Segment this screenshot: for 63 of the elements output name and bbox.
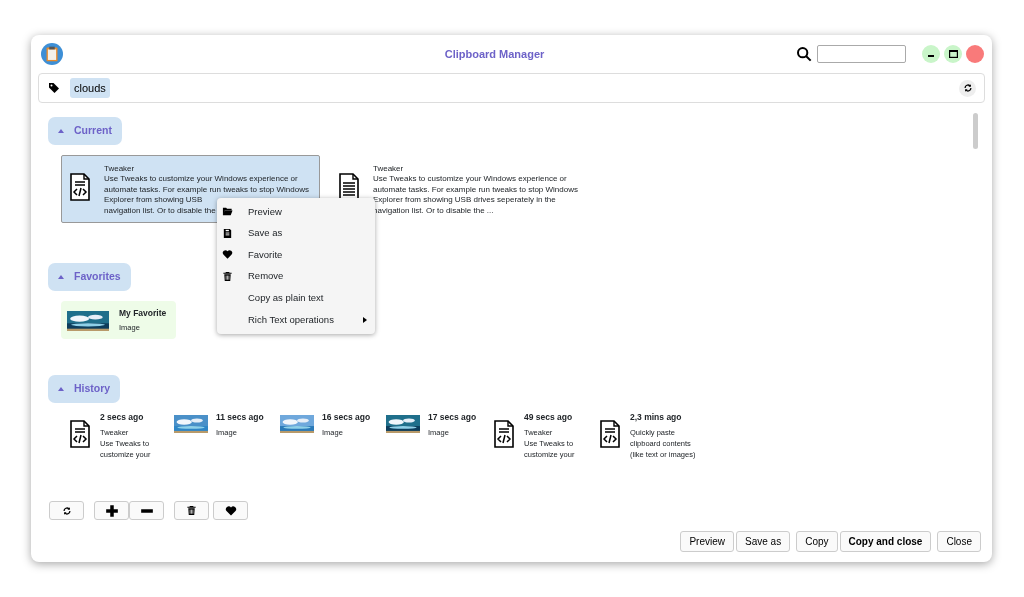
tag-icon xyxy=(48,82,60,94)
item-text: Explorer from showing USB drives seperately in the xyxy=(373,195,556,206)
dialog-button[interactable]: Save as xyxy=(736,531,791,552)
remove-item-button[interactable] xyxy=(129,501,164,520)
item-title: 2 secs ago xyxy=(100,411,145,424)
caret-up-icon xyxy=(58,274,64,279)
item-text: Use Tweaks to customize your Windows experience or xyxy=(104,174,298,185)
section-header[interactable]: Current xyxy=(48,117,122,145)
item-title: Tweaker xyxy=(373,163,404,175)
code-file-icon xyxy=(68,171,92,202)
menu-item[interactable]: Favorite xyxy=(217,244,375,266)
favorite-button[interactable] xyxy=(213,501,248,520)
dialog-button[interactable]: Preview xyxy=(680,531,734,552)
maximize-button[interactable] xyxy=(944,45,962,63)
heart-icon xyxy=(222,249,233,261)
dialog-button[interactable]: Close xyxy=(937,531,981,552)
window-title: Clipboard Manager xyxy=(443,46,546,62)
section-header[interactable]: History xyxy=(48,375,121,403)
folder-icon xyxy=(222,206,233,218)
tag-chip[interactable]: clouds xyxy=(70,77,110,99)
section-header[interactable]: Favorites xyxy=(48,262,131,291)
menu-item[interactable]: Rich Text operations xyxy=(217,308,375,331)
maximize-icon xyxy=(948,50,958,58)
item-title: 11 secs ago xyxy=(216,411,264,424)
menu-item[interactable]: Remove xyxy=(217,265,375,288)
code-file-icon xyxy=(598,419,622,449)
item-title: 49 secs ago xyxy=(524,411,574,424)
item-title: 2,3 mins ago xyxy=(630,411,683,424)
clipboard-logo-icon xyxy=(41,43,63,65)
refresh-icon xyxy=(962,83,973,93)
dialog-button[interactable]: Copy xyxy=(796,531,838,552)
submenu-arrow-icon xyxy=(363,316,367,323)
scrollbar-thumb[interactable] xyxy=(973,113,978,149)
menu-item[interactable]: Copy as plain text xyxy=(217,287,375,309)
document-icon xyxy=(222,227,233,239)
item-title: My Favorite xyxy=(119,306,167,320)
item-text: Use Tweaks to customize your Windows experience or xyxy=(373,174,567,185)
item-text: navigation list. Or to disable the ... xyxy=(373,205,494,217)
plus-icon xyxy=(104,503,119,518)
minimize-button[interactable] xyxy=(922,45,940,63)
heart-icon xyxy=(224,504,237,517)
item-title: Tweaker xyxy=(104,163,135,175)
search-icon[interactable] xyxy=(796,46,812,62)
caret-up-icon xyxy=(58,387,64,392)
item-title: 17 secs ago xyxy=(428,411,477,424)
code-file-icon xyxy=(68,419,92,449)
menu-item[interactable]: Save as xyxy=(217,222,375,245)
item-text: automate tasks. For example run tweaks to stop Windows xyxy=(373,184,578,196)
remove-button[interactable] xyxy=(174,501,209,520)
caret-up-icon xyxy=(58,128,64,133)
trash-icon xyxy=(186,505,197,516)
add-button[interactable] xyxy=(94,501,129,520)
search-field[interactable] xyxy=(817,45,906,63)
code-file-icon xyxy=(492,419,516,449)
item-text: navigation list. Or to disable the xyxy=(104,205,216,217)
refresh-button[interactable] xyxy=(49,501,84,520)
item-text: automate tasks. For example run tweaks to stop Windows xyxy=(104,184,309,196)
item-title: 16 secs ago xyxy=(322,411,371,424)
item-text: Explorer from showing USB xyxy=(104,195,203,206)
dialog-button[interactable]: Copy and close xyxy=(839,531,932,552)
refresh-icon xyxy=(61,505,72,516)
trash-icon xyxy=(222,271,233,283)
refresh-button[interactable] xyxy=(959,79,976,97)
